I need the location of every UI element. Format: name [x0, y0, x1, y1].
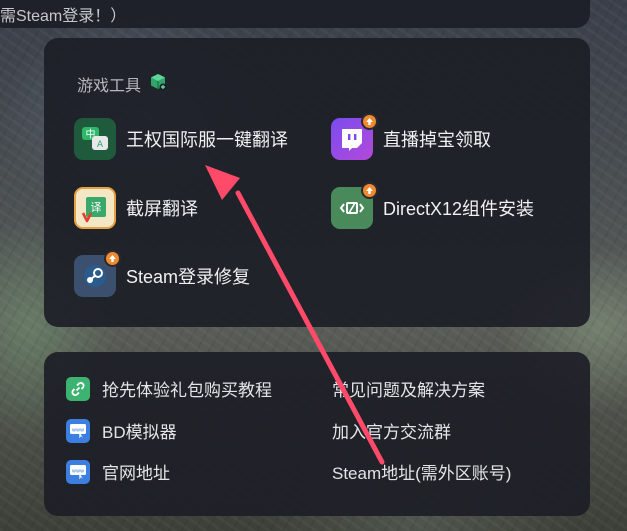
tool-label: 王权国际服一键翻译	[126, 130, 288, 150]
link-item-join-group[interactable]: 加入官方交流群	[332, 418, 451, 443]
tool-item-screenshot-translate[interactable]: 译 截屏翻译	[74, 187, 198, 229]
upload-badge-icon	[104, 250, 121, 267]
link-label: 官网地址	[102, 464, 170, 483]
directx-icon	[331, 182, 378, 229]
tool-item-steam-login-fix[interactable]: Steam登录修复	[74, 250, 251, 297]
tool-item-directx-install[interactable]: DirectX12组件安装	[331, 182, 535, 229]
svg-text:译: 译	[91, 201, 102, 214]
upload-badge-icon	[361, 113, 378, 130]
top-notice-strip: 需Steam登录！）	[0, 0, 590, 28]
twitch-drops-icon	[331, 113, 378, 160]
svg-text:www: www	[72, 427, 84, 433]
tool-label: 直播掉宝领取	[383, 130, 491, 150]
section-title: 游戏工具	[77, 78, 142, 95]
svg-text:A: A	[97, 140, 104, 150]
top-notice-text: 需Steam登录！）	[0, 8, 127, 25]
tool-label: Steam登录修复	[126, 267, 251, 287]
link-label: Steam地址(需外区账号)	[332, 464, 512, 483]
translate-chat-icon: 中 A	[74, 118, 116, 160]
www-icon: www	[66, 459, 90, 484]
cube-plus-icon	[149, 73, 167, 96]
steam-icon	[74, 250, 121, 297]
tool-item-stream-drops[interactable]: 直播掉宝领取	[331, 113, 491, 160]
www-icon: www	[66, 418, 90, 443]
section-header: 游戏工具	[77, 72, 167, 96]
link-item-early-access-pack[interactable]: 抢先体验礼包购买教程	[66, 376, 272, 401]
screenshot-translate-icon: 译	[74, 187, 116, 229]
link-item-official-site[interactable]: www 官网地址	[66, 459, 170, 484]
link-item-steam-page[interactable]: Steam地址(需外区账号)	[332, 459, 511, 484]
links-panel: 抢先体验礼包购买教程 常见问题及解决方案 www BD模拟器 加入官方交流群 w…	[44, 352, 590, 516]
tool-label: 截屏翻译	[126, 199, 198, 219]
link-label: 加入官方交流群	[332, 423, 451, 442]
svg-text:www: www	[72, 468, 84, 474]
game-tools-panel: 游戏工具 中 A 王权国际服一键翻译 直播掉宝领取 译 截屏翻译 DirectX…	[44, 38, 590, 327]
link-label: 抢先体验礼包购买教程	[102, 381, 272, 400]
link-label: 常见问题及解决方案	[332, 381, 485, 400]
link-icon	[66, 376, 90, 401]
link-item-faq[interactable]: 常见问题及解决方案	[332, 376, 485, 401]
link-item-bd-emulator[interactable]: www BD模拟器	[66, 418, 177, 443]
link-label: BD模拟器	[102, 423, 177, 442]
tool-item-oneclick-translate[interactable]: 中 A 王权国际服一键翻译	[74, 118, 288, 160]
tool-label: DirectX12组件安装	[383, 199, 535, 219]
upload-badge-icon	[361, 182, 378, 199]
